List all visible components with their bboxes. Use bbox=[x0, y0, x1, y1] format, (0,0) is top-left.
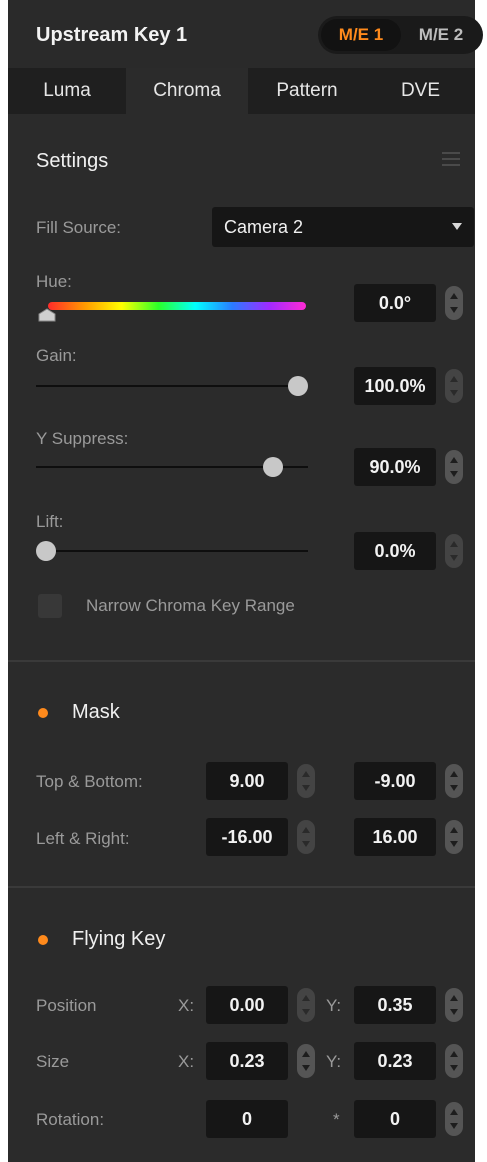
upstream-key-panel: Upstream Key 1 M/E 1 M/E 2 Luma Chroma P… bbox=[8, 0, 483, 1162]
hue-slider-handle[interactable] bbox=[38, 308, 56, 322]
tab-dve[interactable]: DVE bbox=[366, 68, 475, 114]
tab-chroma[interactable]: Chroma bbox=[126, 68, 248, 114]
fill-source-label: Fill Source: bbox=[36, 218, 122, 237]
size-y-field[interactable]: 0.23 bbox=[354, 1042, 436, 1080]
size-y-stepper[interactable] bbox=[445, 1044, 463, 1078]
rotation-link-icon: * bbox=[333, 1110, 340, 1129]
me1-button[interactable]: M/E 1 bbox=[321, 19, 401, 51]
section-divider bbox=[8, 886, 475, 888]
rotation-label: Rotation: bbox=[36, 1110, 105, 1129]
y-suppress-stepper[interactable] bbox=[445, 450, 463, 484]
rotation-field[interactable]: 0 bbox=[206, 1100, 288, 1138]
narrow-chroma-range-checkbox[interactable] bbox=[38, 594, 62, 618]
size-y-label: Y: bbox=[326, 1052, 342, 1071]
mask-bottom-field[interactable]: -9.00 bbox=[354, 762, 436, 800]
hue-value-field[interactable]: 0.0° bbox=[354, 284, 436, 322]
fill-source-dropdown[interactable]: Camera 2 bbox=[212, 207, 474, 247]
y-suppress-label: Y Suppress: bbox=[36, 429, 129, 448]
lift-value-field[interactable]: 0.0% bbox=[354, 532, 436, 570]
size-label: Size bbox=[36, 1052, 70, 1071]
lift-slider-handle[interactable] bbox=[36, 541, 56, 561]
position-y-label: Y: bbox=[326, 996, 342, 1015]
position-x-stepper[interactable] bbox=[297, 988, 315, 1022]
y-suppress-value-field[interactable]: 90.0% bbox=[354, 448, 436, 486]
mask-left-field[interactable]: -16.00 bbox=[206, 818, 288, 856]
key-type-tabs: Luma Chroma Pattern DVE bbox=[8, 68, 475, 114]
left-right-label: Left & Right: bbox=[36, 829, 130, 848]
chevron-down-icon bbox=[452, 223, 462, 230]
size-x-label: X: bbox=[178, 1052, 195, 1071]
hue-slider[interactable] bbox=[48, 302, 306, 310]
narrow-chroma-range-label: Narrow Chroma Key Range bbox=[86, 596, 295, 615]
panel-header: Upstream Key 1 M/E 1 M/E 2 bbox=[8, 0, 483, 68]
lift-slider-track[interactable] bbox=[36, 550, 308, 552]
panel-title: Upstream Key 1 bbox=[36, 24, 188, 46]
y-suppress-slider-handle[interactable] bbox=[262, 457, 283, 477]
rotation-stepper[interactable] bbox=[445, 1102, 463, 1136]
mask-bottom-stepper[interactable] bbox=[445, 764, 463, 798]
flying-key-enable-indicator[interactable] bbox=[38, 935, 48, 945]
mask-enable-indicator[interactable] bbox=[38, 708, 48, 718]
hue-label: Hue: bbox=[36, 272, 72, 291]
rotation-field-2[interactable]: 0 bbox=[354, 1100, 436, 1138]
mask-top-field[interactable]: 9.00 bbox=[206, 762, 288, 800]
tab-luma[interactable]: Luma bbox=[8, 68, 126, 114]
flying-key-heading: Flying Key bbox=[72, 928, 166, 950]
fill-source-value: Camera 2 bbox=[224, 217, 304, 237]
settings-heading: Settings bbox=[36, 150, 109, 172]
position-label: Position bbox=[36, 996, 97, 1015]
menu-icon[interactable] bbox=[442, 152, 460, 166]
gain-slider-track[interactable] bbox=[36, 385, 308, 387]
lift-stepper[interactable] bbox=[445, 534, 463, 568]
gain-slider-handle[interactable] bbox=[288, 376, 308, 396]
mask-top-stepper[interactable] bbox=[297, 764, 315, 798]
gain-value-field[interactable]: 100.0% bbox=[354, 367, 436, 405]
gain-label: Gain: bbox=[36, 346, 77, 365]
position-x-label: X: bbox=[178, 996, 195, 1015]
position-y-field[interactable]: 0.35 bbox=[354, 986, 436, 1024]
mask-heading: Mask bbox=[72, 701, 120, 723]
mask-right-stepper[interactable] bbox=[445, 820, 463, 854]
lift-label: Lift: bbox=[36, 512, 64, 531]
section-divider bbox=[8, 660, 475, 662]
mask-right-field[interactable]: 16.00 bbox=[354, 818, 436, 856]
mask-left-stepper[interactable] bbox=[297, 820, 315, 854]
me-selector: M/E 1 M/E 2 bbox=[318, 16, 483, 54]
tab-pattern[interactable]: Pattern bbox=[248, 68, 366, 114]
size-x-field[interactable]: 0.23 bbox=[206, 1042, 288, 1080]
top-bottom-label: Top & Bottom: bbox=[36, 772, 143, 791]
me2-button[interactable]: M/E 2 bbox=[401, 19, 481, 51]
size-x-stepper[interactable] bbox=[297, 1044, 315, 1078]
hue-stepper[interactable] bbox=[445, 286, 463, 320]
gain-stepper[interactable] bbox=[445, 369, 463, 403]
position-x-field[interactable]: 0.00 bbox=[206, 986, 288, 1024]
position-y-stepper[interactable] bbox=[445, 988, 463, 1022]
